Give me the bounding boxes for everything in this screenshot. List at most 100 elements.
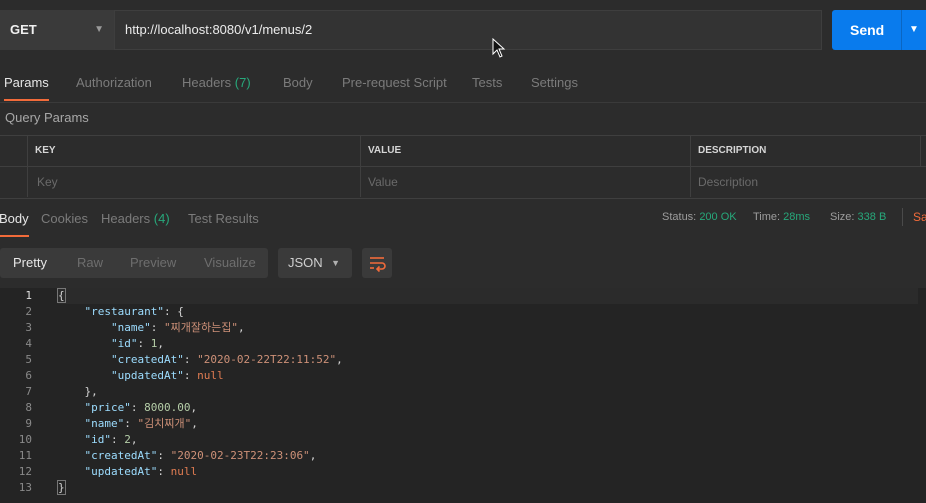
json-key: "createdAt" [110,353,184,366]
json-key: "id" [110,337,138,350]
response-headers-count: (4) [153,211,170,226]
status-value[interactable]: 200 OK [699,211,736,223]
request-bar: GET ▼ http://localhost:8080/v1/menus/2 S… [0,0,926,60]
json-key: "id" [84,433,112,446]
value-input[interactable]: Value [360,167,691,197]
json-null: null [197,369,224,382]
send-dropdown-icon[interactable]: ▼ [909,10,919,50]
tab-response-body[interactable]: Body [0,198,29,237]
tab-response-headers[interactable]: Headers (4) [101,198,170,236]
tab-test-results[interactable]: Test Results [188,198,259,236]
code-line: "name": "김치찌개", [84,417,198,430]
method-label: GET [10,22,37,37]
line-number: 12 [18,465,32,478]
json-key: "createdAt" [84,449,158,462]
line-number: 9 [25,417,32,430]
format-select[interactable]: JSON ▼ [278,248,352,278]
format-label: JSON [288,255,323,270]
url-input[interactable]: http://localhost:8080/v1/menus/2 [114,10,822,50]
response-status: Status: 200 OK [662,210,737,224]
tab-params[interactable]: Params [4,62,49,101]
code-line: }, [58,385,98,398]
line-number: 4 [25,337,32,350]
headers-count: (7) [234,75,251,90]
code-line: "updatedAt": null [84,465,198,478]
send-label: Send [850,22,885,38]
json-key: "restaurant" [84,305,164,318]
status-label: Status: [662,211,697,223]
json-key: "price" [84,401,131,414]
tab-label: Body [0,211,29,226]
column-header-value: VALUE [360,136,691,166]
tab-headers[interactable]: Headers (7) [182,62,251,100]
mouse-pointer-icon [492,38,506,58]
json-lines: { "restaurant": { "name": "찌개잘하는집", "id"… [57,288,918,496]
wrap-lines-button[interactable] [362,248,392,278]
tab-label: Params [4,75,49,90]
key-input[interactable]: Key [27,167,361,197]
view-mode-selector: Pretty Raw Preview Visualize [0,248,268,278]
line-number: 10 [18,433,32,446]
tab-label: Headers [182,75,232,90]
mode-visualize[interactable]: Visualize [204,248,256,278]
tab-label: Test Results [188,211,259,226]
column-header-actions [920,136,926,166]
size-value[interactable]: 338 B [858,211,887,223]
column-header-key: KEY [27,136,361,166]
chevron-down-icon: ▼ [94,24,104,35]
size-label: Size: [830,211,855,223]
json-number: 1 [150,337,158,350]
line-number: 3 [25,321,32,334]
code-line: "createdAt": "2020-02-22T22:11:52", [110,353,343,366]
save-response-button[interactable]: Sa [913,210,926,224]
line-number-gutter: 1 2 3 4 5 6 7 8 9 10 11 12 13 [0,288,50,496]
code-line: "name": "찌개잘하는집", [110,321,245,334]
json-number: 8000.00 [144,401,191,414]
code-line: } [57,480,66,495]
send-divider [901,10,902,50]
json-number: 2 [124,433,131,446]
json-string: "2020-02-22T22:11:52" [197,353,337,366]
tab-tests[interactable]: Tests [472,62,502,100]
json-key: "name" [84,417,125,430]
json-key: "updatedAt" [110,369,184,382]
code-line: "id": 1, [110,337,164,350]
tab-label: Pre-request Script [342,75,447,90]
code-line: "price": 8000.00, [84,401,198,414]
tab-label: Authorization [76,75,152,90]
tab-label: Settings [531,75,578,90]
time-label: Time: [753,211,781,223]
json-string: "김치찌개" [137,417,192,430]
mode-raw[interactable]: Raw [77,248,103,278]
tab-settings[interactable]: Settings [531,62,578,100]
status-divider [902,208,903,226]
method-select[interactable]: GET ▼ [0,10,114,50]
json-string: "2020-02-23T22:23:06" [170,449,310,462]
description-input[interactable]: Description [690,167,926,197]
time-value[interactable]: 28ms [783,211,810,223]
tab-cookies[interactable]: Cookies [41,198,88,236]
json-key: "name" [110,321,151,334]
tab-pre-request-script[interactable]: Pre-request Script [342,62,447,100]
column-header-description: DESCRIPTION [690,136,921,166]
code-line: "restaurant": { [84,305,184,318]
json-null: null [170,465,198,478]
response-body-viewer[interactable]: 1 2 3 4 5 6 7 8 9 10 11 12 13 { "restaur… [0,288,926,503]
query-params-table: KEY VALUE DESCRIPTION Key Value Descript… [0,135,926,199]
response-size: Size: 338 B [830,210,886,224]
tab-label: Cookies [41,211,88,226]
line-number: 11 [18,449,32,462]
code-line: "id": 2, [84,433,138,446]
tab-authorization[interactable]: Authorization [76,62,152,100]
json-key: "updatedAt" [84,465,158,478]
code-line: "updatedAt": null [110,369,224,382]
line-number: 8 [25,401,32,414]
tab-label: Tests [472,75,503,90]
mode-preview[interactable]: Preview [130,248,176,278]
mode-pretty[interactable]: Pretty [13,248,47,278]
send-button[interactable]: Send ▼ [832,10,926,50]
line-number: 6 [25,369,32,382]
response-time: Time: 28ms [753,210,810,224]
tab-body[interactable]: Body [283,62,313,100]
code-line: { [57,288,918,304]
